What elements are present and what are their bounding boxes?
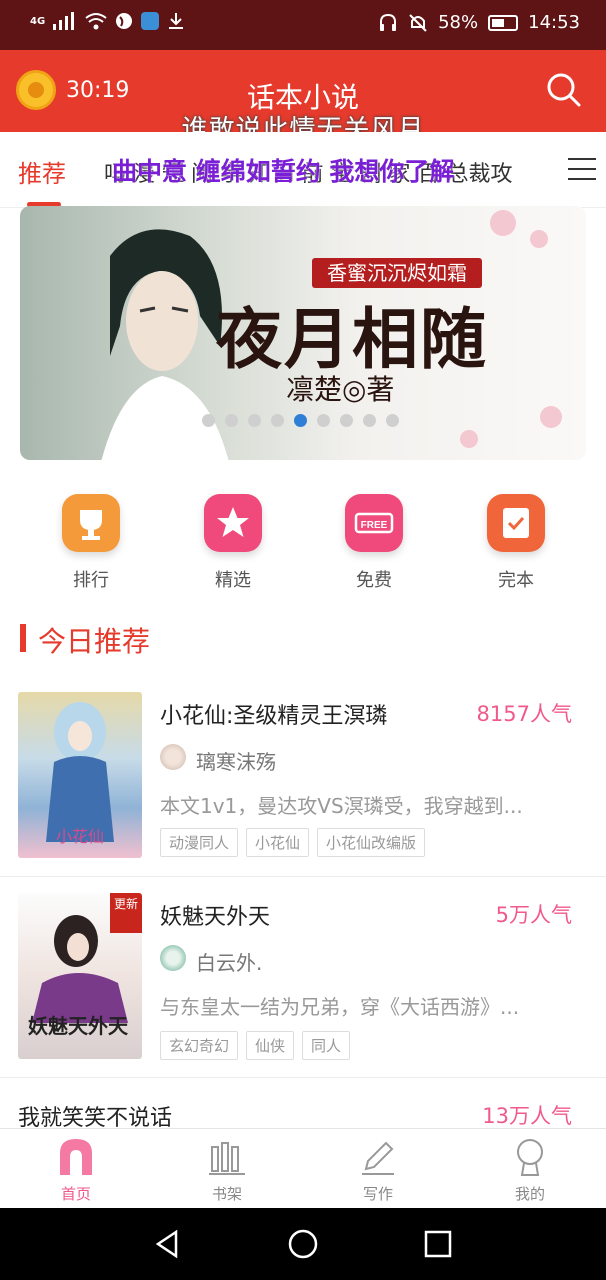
book-title[interactable]: 小花仙:圣级精灵王溟璘 — [160, 698, 387, 730]
nav-label: 我的 — [514, 1185, 545, 1203]
tab-recommend[interactable]: 推荐 — [18, 154, 66, 189]
wifi-icon — [85, 13, 107, 30]
book-cover: 小花仙 — [18, 692, 142, 858]
system-navigation-bar — [0, 1208, 606, 1280]
nav-profile[interactable]: 我的 — [480, 1137, 580, 1204]
book-list-item[interactable]: 我就笑笑不说话 13万人气 — [0, 1078, 606, 1131]
carousel-dot[interactable] — [271, 414, 284, 427]
quick-link-label: 精选 — [215, 570, 251, 591]
book-list-item[interactable]: 妖魅天外天 更新 妖魅天外天 5万人气 白云外. 与东皇太一结为兄弟，穿《大话西… — [0, 877, 606, 1077]
book-author: 璃寒沫殇 — [196, 750, 276, 774]
blossom-decoration — [460, 430, 478, 448]
author-avatar — [160, 945, 186, 971]
profile-icon — [510, 1137, 550, 1177]
blossom-decoration — [530, 230, 548, 248]
carousel-dot[interactable] — [202, 414, 215, 427]
headset-icon — [380, 13, 397, 31]
book-cover: 妖魅天外天 更新 — [18, 893, 142, 1059]
nav-label: 写作 — [362, 1185, 393, 1203]
carousel-dot[interactable] — [317, 414, 330, 427]
trophy-icon — [62, 494, 120, 552]
banner-author: 凛楚◎著 — [286, 373, 395, 406]
book-tag[interactable]: 玄幻奇幻 — [160, 1031, 239, 1060]
battery-icon — [488, 14, 519, 31]
section-title: 今日推荐 — [38, 625, 151, 658]
book-popularity: 13万人气 — [482, 1104, 572, 1128]
carousel-dot[interactable] — [386, 414, 399, 427]
home-icon — [56, 1137, 96, 1177]
book-tag[interactable]: 小花仙改编版 — [317, 828, 426, 857]
search-icon[interactable] — [546, 72, 582, 108]
quick-link-featured[interactable]: 精选 — [183, 490, 283, 592]
book-tags: 玄幻奇幻 仙侠 同人 — [160, 1031, 351, 1060]
battery-percent: 58% — [438, 12, 479, 33]
bottom-navigation: 首页 书架 写作 我的 — [0, 1128, 606, 1208]
signal-icon — [53, 12, 75, 30]
quick-link-label: 排行 — [73, 570, 109, 591]
back-icon[interactable] — [152, 1228, 184, 1260]
book-tags: 动漫同人 小花仙 小花仙改编版 — [160, 828, 426, 857]
svg-text:妖魅天外天: 妖魅天外天 — [28, 1014, 129, 1038]
book-author: 白云外. — [196, 951, 263, 975]
author-avatar — [160, 744, 186, 770]
nav-writing[interactable]: 写作 — [328, 1137, 428, 1204]
quick-link-ranking[interactable]: 排行 — [41, 490, 141, 592]
pencil-icon — [358, 1137, 398, 1177]
menu-icon[interactable] — [568, 158, 596, 182]
book-popularity: 5万人气 — [495, 903, 572, 927]
nav-label: 首页 — [60, 1185, 91, 1203]
recent-apps-icon[interactable] — [422, 1228, 454, 1260]
carousel-dot[interactable] — [248, 414, 261, 427]
book-tag[interactable]: 小花仙 — [246, 828, 310, 857]
nav-label: 书架 — [211, 1185, 242, 1203]
status-bar: 4G 58% 14:53 — [0, 0, 606, 50]
download-icon — [169, 13, 184, 29]
network-label: 4G — [30, 15, 46, 27]
clock: 14:53 — [528, 12, 580, 33]
carousel-dot[interactable] — [225, 414, 238, 427]
star-icon — [204, 494, 262, 552]
book-blurb: 本文1v1，曼达攻VS溟璘受，我穿越到... — [160, 794, 523, 818]
book-popularity: 8157人气 — [476, 702, 572, 726]
quick-link-label: 免费 — [356, 570, 392, 591]
overlay-caption: 曲中意 缠绵如誓约 我想你了解 — [112, 157, 455, 186]
quick-link-free[interactable]: FREE 免费 — [324, 490, 424, 592]
category-tabs: 推荐 吗 漫 短 阅 学 知 H 前 宝 剧 家 百 总裁攻 曲中意 缠绵如誓约… — [0, 132, 606, 208]
carousel-dots — [202, 414, 399, 427]
book-blurb: 与东皇太一结为兄弟，穿《大话西游》... — [160, 995, 520, 1019]
mute-icon — [409, 13, 427, 32]
carousel-dot[interactable] — [340, 414, 353, 427]
banner-tagline: 香蜜沉沉烬如霜 — [312, 258, 482, 288]
carousel-dot[interactable] — [363, 414, 376, 427]
nav-home[interactable]: 首页 — [26, 1137, 126, 1204]
book-tag[interactable]: 同人 — [302, 1031, 351, 1060]
section-accent-bar — [20, 624, 26, 652]
blossom-decoration — [540, 406, 562, 428]
shield-app-icon — [141, 12, 160, 30]
update-badge: 更新 — [110, 893, 142, 933]
quick-link-completed[interactable]: 完本 — [466, 490, 566, 592]
book-title[interactable]: 妖魅天外天 — [160, 899, 270, 931]
home-button-icon[interactable] — [287, 1228, 319, 1260]
carousel-dot[interactable] — [294, 414, 307, 427]
svg-text:FREE: FREE — [361, 520, 388, 531]
nav-bookshelf[interactable]: 书架 — [177, 1137, 277, 1204]
globe-icon — [116, 13, 133, 29]
banner-carousel[interactable]: 香蜜沉沉烬如霜 夜月相随 凛楚◎著 — [20, 206, 586, 460]
quick-link-label: 完本 — [498, 570, 534, 591]
book-tag[interactable]: 动漫同人 — [160, 828, 239, 857]
quick-links: 排行 精选 FREE 免费 完本 — [0, 490, 606, 600]
svg-text:小花仙: 小花仙 — [56, 827, 104, 846]
free-icon: FREE — [345, 494, 403, 552]
book-tag[interactable]: 仙侠 — [246, 1031, 295, 1060]
status-bar-right: 58% 14:53 — [378, 12, 580, 33]
blossom-decoration — [490, 210, 516, 236]
bookshelf-icon — [207, 1137, 247, 1177]
status-bar-left: 4G — [30, 12, 185, 30]
book-list-item[interactable]: 小花仙 小花仙:圣级精灵王溟璘 8157人气 璃寒沫殇 本文1v1，曼达攻VS溟… — [0, 676, 606, 876]
check-icon — [487, 494, 545, 552]
